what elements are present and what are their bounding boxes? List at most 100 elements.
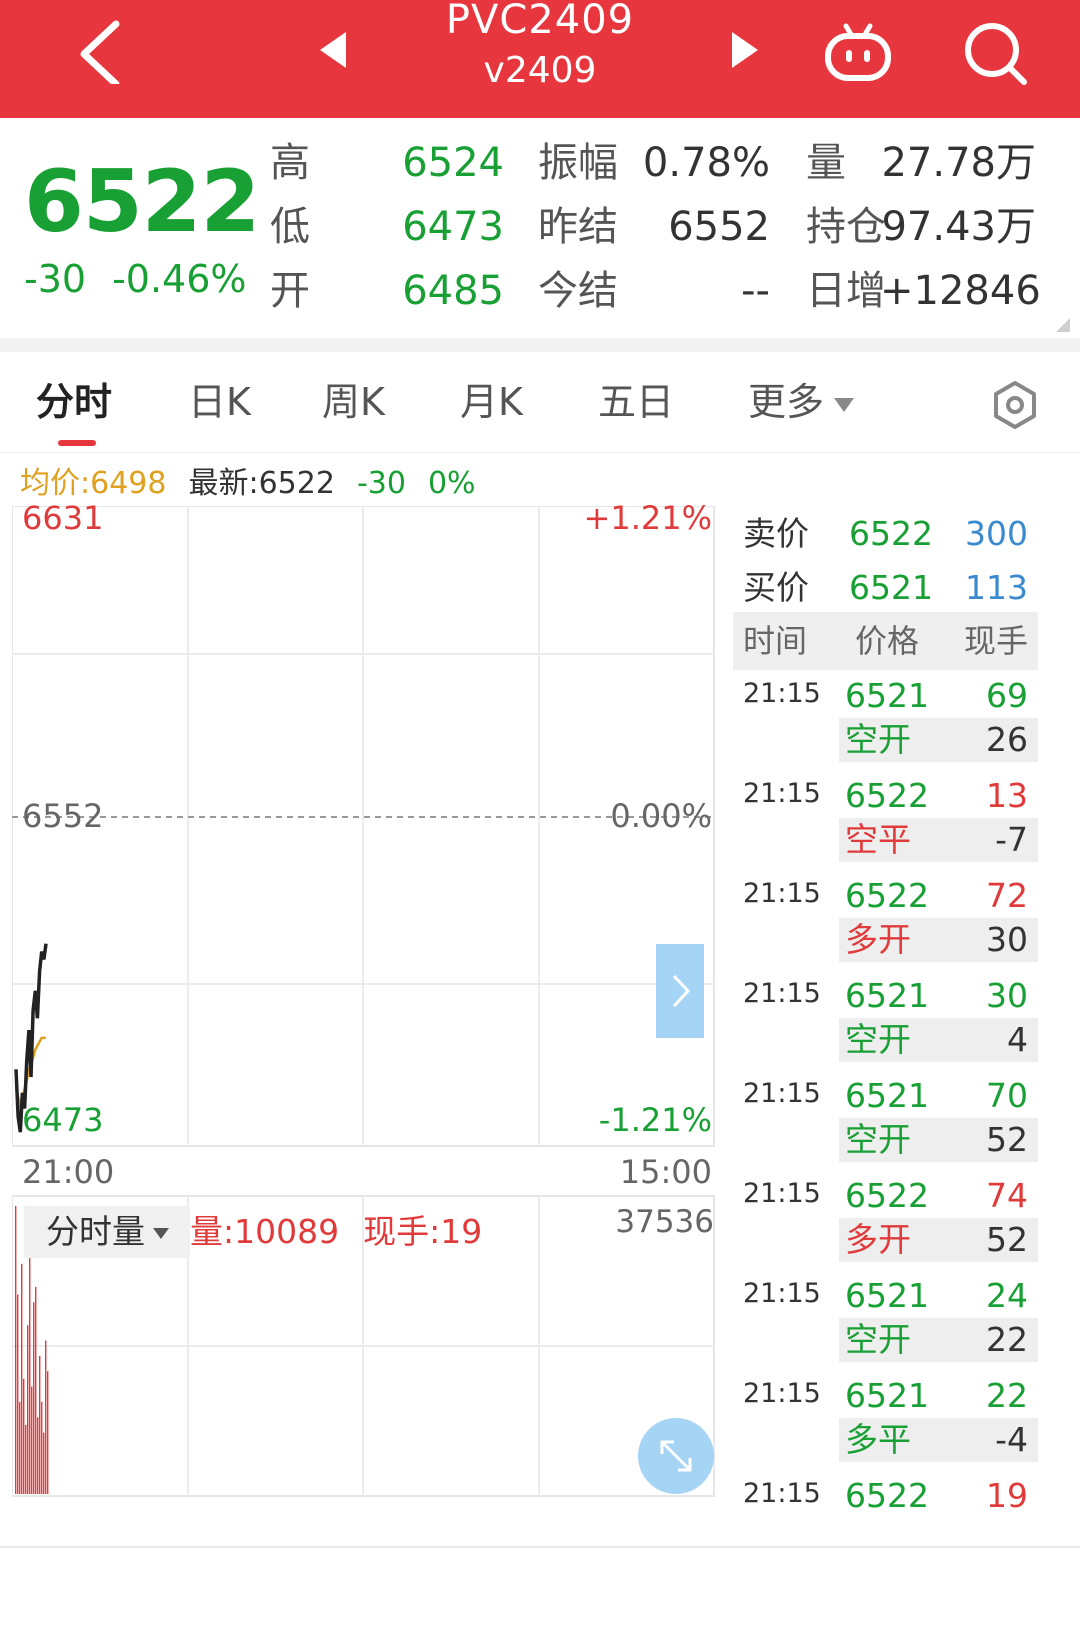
tick-delta: 22: [986, 1320, 1028, 1359]
tick-type: 空开: [845, 720, 911, 759]
previous-contract-button[interactable]: [318, 30, 348, 70]
tick-price: 6521: [845, 976, 929, 1015]
tick-row: 21:15 6522 74 多开 52: [733, 1172, 1038, 1272]
chevron-down-icon: [834, 397, 855, 412]
volume-info: 量:10089 现手:19: [190, 1206, 506, 1258]
ask-qty: 300: [965, 514, 1028, 553]
average-price: 均价:6498: [20, 466, 167, 501]
tab-intraday[interactable]: 分时: [36, 376, 112, 428]
low-label: 低: [270, 204, 310, 250]
fullscreen-icon: [660, 1440, 692, 1472]
volume-bar: [47, 1371, 49, 1494]
search-icon: [965, 23, 1027, 85]
tick-type: 空开: [845, 1120, 911, 1159]
prev-settle-value: 6552: [668, 204, 770, 250]
axis-bottom-percent: -1.21%: [598, 1101, 712, 1139]
contract-title: PVC2409 v2409: [380, 0, 700, 96]
axis-start-time: 21:00: [22, 1153, 115, 1191]
volume-bar: [21, 1263, 23, 1494]
tick-price: 6521: [845, 1376, 929, 1415]
bid-price: 6521: [849, 568, 933, 607]
tick-hand: 22: [986, 1376, 1028, 1415]
tick-time: 21:15: [743, 1478, 821, 1509]
active-tab-indicator: [58, 440, 96, 446]
axis-mid-price: 6552: [22, 797, 104, 835]
tab-daily-k[interactable]: 日K: [188, 376, 251, 428]
chart-period-tabs: 分时 日K 周K 月K 五日 更多: [0, 352, 1080, 453]
tick-price: 6521: [845, 1076, 929, 1115]
open-interest-value: 97.43万: [881, 204, 1036, 250]
tick-row: 21:15 6522 72 多开 30: [733, 872, 1038, 972]
volume-bar: [33, 1302, 35, 1494]
bid-row: 买价 6521 113: [733, 560, 1038, 616]
volume-axis-max: 37536: [615, 1204, 714, 1240]
tick-time: 21:15: [743, 1278, 821, 1309]
order-book-panel: 卖价 6522 300 买价 6521 113 时间 价格 现手 21:15 65…: [733, 506, 1038, 1546]
search-button[interactable]: [962, 20, 1028, 86]
volume-indicator-label: 分时量: [46, 1212, 145, 1251]
tick-hand: 70: [986, 1076, 1028, 1115]
tick-delta: -4: [995, 1420, 1028, 1459]
tab-more[interactable]: 更多: [748, 376, 855, 428]
volume-bar: [31, 1386, 33, 1494]
contract-code: PVC2409: [445, 0, 635, 43]
axis-mid-percent: 0.00%: [610, 797, 712, 835]
tick-price: 6522: [845, 1476, 929, 1515]
volume-indicator-select[interactable]: 分时量: [24, 1206, 190, 1258]
latest-change: -30: [356, 466, 406, 501]
last-price: 6522: [24, 152, 260, 252]
tick-delta: 26: [986, 720, 1028, 759]
assistant-bot-button[interactable]: [822, 22, 894, 82]
tab-weekly-k[interactable]: 周K: [322, 376, 385, 428]
volume-value: 量:10089: [190, 1212, 340, 1251]
daily-increase-value: +12846: [880, 268, 1041, 314]
volume-bar: [37, 1417, 39, 1494]
tick-time: 21:15: [743, 1078, 821, 1109]
tick-hand: 19: [986, 1476, 1028, 1515]
chart-settings-button[interactable]: [990, 380, 1040, 430]
ask-price: 6522: [849, 514, 933, 553]
tick-delta: 52: [986, 1220, 1028, 1259]
tab-five-day[interactable]: 五日: [598, 376, 674, 428]
volume-bar: [23, 1378, 25, 1494]
tick-hand: 72: [986, 876, 1028, 915]
tick-type: 空开: [845, 1020, 911, 1059]
axis-top-percent: +1.21%: [583, 499, 712, 537]
tick-price: 6522: [845, 776, 929, 815]
today-settle-label: 今结: [538, 268, 618, 314]
latest-price: 最新:6522: [188, 466, 335, 501]
intraday-chart[interactable]: 6631 +1.21% 6552 0.00% 6473 -1.21% 21:00…: [12, 499, 730, 1546]
tick-hand: 74: [986, 1176, 1028, 1215]
ask-row: 卖价 6522 300: [733, 506, 1038, 562]
expand-corner-icon[interactable]: [1056, 318, 1070, 332]
robot-icon: [825, 23, 891, 81]
back-button[interactable]: [70, 18, 130, 88]
tick-price: 6521: [845, 676, 929, 715]
tab-monthly-k[interactable]: 月K: [460, 376, 523, 428]
tick-type: 多平: [845, 1420, 911, 1459]
fullscreen-button[interactable]: [638, 1418, 714, 1494]
tick-delta: 30: [986, 920, 1028, 959]
axis-bottom-price: 6473: [22, 1101, 104, 1139]
tick-delta: -7: [995, 820, 1028, 859]
triangle-left-icon: [320, 32, 346, 68]
change-value: -30: [24, 257, 87, 301]
tick-time: 21:15: [743, 778, 821, 809]
tick-time: 21:15: [743, 1178, 821, 1209]
open-label: 开: [270, 268, 310, 314]
tick-row: 21:15 6521 30 空开 4: [733, 972, 1038, 1072]
tick-hand: 69: [986, 676, 1028, 715]
tick-delta: 52: [986, 1120, 1028, 1159]
next-contract-button[interactable]: [730, 30, 760, 70]
volume-bar: [41, 1401, 43, 1494]
today-settle-value: --: [741, 268, 770, 314]
tick-row: 21:15 6521 22 多平 -4: [733, 1372, 1038, 1472]
latest-percent: 0%: [427, 466, 476, 501]
tick-time: 21:15: [743, 878, 821, 909]
tick-hand: 30: [986, 976, 1028, 1015]
tick-type: 多开: [845, 1220, 911, 1259]
header-price: 价格: [855, 622, 920, 660]
expand-panel-button[interactable]: [656, 944, 704, 1038]
bottom-bar: [0, 1548, 1080, 1633]
tick-type: 多开: [845, 920, 911, 959]
